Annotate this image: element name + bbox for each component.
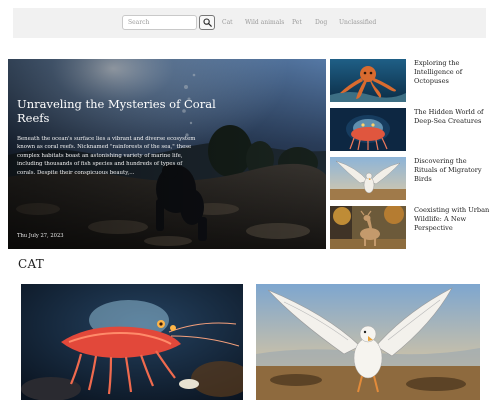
search-button[interactable] [199,15,215,30]
article-card[interactable] [21,284,243,400]
side-article-octopus[interactable]: Exploring the Intelligence of Octopuses [330,59,490,102]
featured-article[interactable]: Unraveling the Mysteries of Coral Reefs … [8,59,326,249]
section-heading-cat: CAT [18,257,45,271]
search-icon [203,18,212,27]
nav-link-dog[interactable]: Dog [315,19,327,26]
seagull-image [256,284,480,400]
side-article-title[interactable]: Coexisting with Urban Wildlife: A New Pe… [414,206,492,233]
side-article-migratory-birds[interactable]: Discovering the Rituals of Migratory Bir… [330,157,490,200]
side-article-urban-wildlife[interactable]: Coexisting with Urban Wildlife: A New Pe… [330,206,490,249]
nav-link-pet[interactable]: Pet [292,19,302,26]
search-input[interactable] [122,15,197,30]
nav-link-wild-animals[interactable]: Wild animals [245,19,284,26]
top-nav-bar: Cat Wild animals Pet Dog Unclassified [13,8,486,38]
glowing-shrimp-image [21,284,243,400]
hero-excerpt: Beneath the ocean's surface lies a vibra… [17,136,196,176]
deer-image [330,206,406,249]
hero-date: Thu July 27, 2023 [17,233,64,239]
migratory-bird-image [330,157,406,200]
nav-link-cat[interactable]: Cat [222,19,233,26]
side-article-title[interactable]: Exploring the Intelligence of Octopuses [414,59,492,86]
side-article-title[interactable]: Discovering the Rituals of Migratory Bir… [414,157,492,184]
article-card[interactable] [256,284,480,400]
deep-sea-creature-image [330,108,406,151]
side-article-title[interactable]: The Hidden World of Deep-Sea Creatures [414,108,492,126]
octopus-image [330,59,406,102]
side-article-deep-sea[interactable]: The Hidden World of Deep-Sea Creatures [330,108,490,151]
hero-title[interactable]: Unraveling the Mysteries of Coral Reefs [17,97,217,125]
nav-link-unclassified[interactable]: Unclassified [339,19,376,26]
